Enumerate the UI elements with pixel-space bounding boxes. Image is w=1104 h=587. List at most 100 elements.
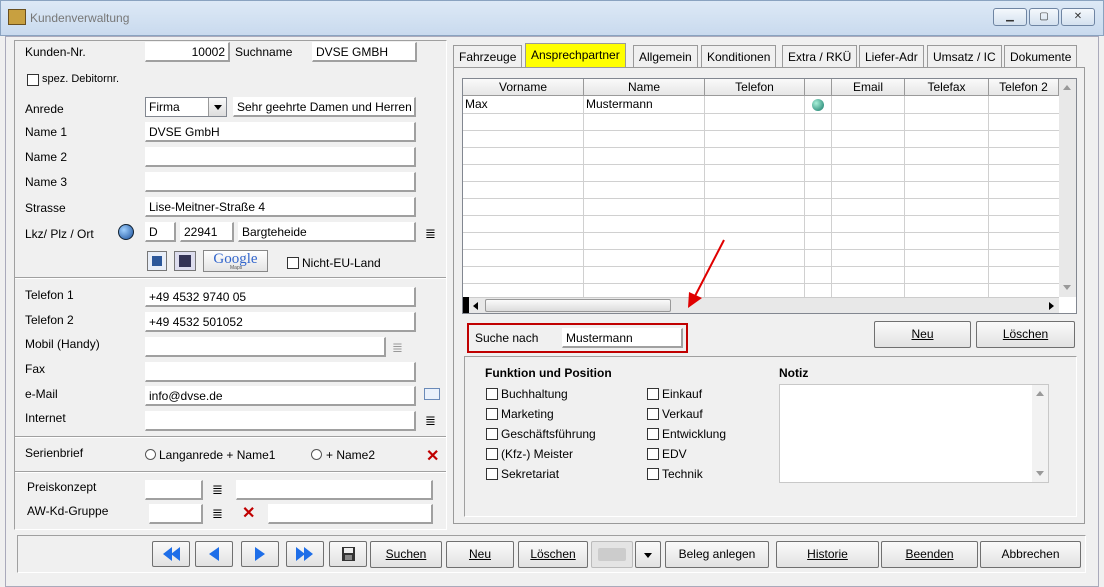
name2-label: Name 2 bbox=[25, 150, 68, 164]
minimize-button[interactable]: ▁ bbox=[993, 8, 1027, 26]
preiskonzept-code-field[interactable] bbox=[145, 480, 203, 500]
checkbox-edv[interactable] bbox=[647, 448, 659, 460]
name2-field[interactable] bbox=[145, 147, 416, 167]
checkbox-marketing[interactable] bbox=[486, 408, 498, 420]
checkbox-entwicklung[interactable] bbox=[647, 428, 659, 440]
delete-icon[interactable]: ✕ bbox=[242, 506, 255, 522]
contact-new-button[interactable]: Neu bbox=[874, 321, 971, 348]
email-field[interactable]: info@dvse.de bbox=[145, 386, 416, 406]
awkd-name-field[interactable] bbox=[268, 504, 433, 524]
grid-header-vorname[interactable]: Vorname bbox=[463, 79, 584, 96]
grid-header-telefon2[interactable]: Telefon 2 bbox=[989, 79, 1059, 96]
plz-field[interactable]: 22941 bbox=[180, 222, 234, 242]
kunden-nr-field[interactable]: 10002 bbox=[145, 42, 230, 62]
scroll-down-icon[interactable] bbox=[1036, 471, 1044, 476]
telefon2-field[interactable]: +49 4532 501052 bbox=[145, 312, 416, 332]
nicht-eu-checkbox[interactable] bbox=[287, 257, 299, 269]
tab-fahrzeuge[interactable]: Fahrzeuge bbox=[453, 45, 523, 67]
notiz-textarea[interactable] bbox=[779, 384, 1049, 483]
previous-record-button[interactable] bbox=[195, 541, 233, 567]
awkd-code-field[interactable] bbox=[149, 504, 203, 524]
ort-field[interactable]: Bargteheide bbox=[238, 222, 416, 242]
next-record-button[interactable] bbox=[241, 541, 279, 567]
close-button[interactable]: ✕ bbox=[1061, 8, 1095, 26]
tab-umsatz-ic[interactable]: Umsatz / IC bbox=[927, 45, 1002, 67]
vertical-scrollbar[interactable] bbox=[1059, 79, 1076, 297]
name3-field[interactable] bbox=[145, 172, 416, 192]
beleg-anlegen-button[interactable]: Beleg anlegen bbox=[665, 541, 769, 568]
notiz-scrollbar[interactable] bbox=[1032, 385, 1048, 482]
grid-header-telefon[interactable]: Telefon bbox=[705, 79, 805, 96]
print-dropdown-button[interactable] bbox=[635, 541, 661, 568]
checkbox-buchhaltung[interactable] bbox=[486, 388, 498, 400]
suchname-field[interactable]: DVSE GMBH bbox=[312, 42, 417, 62]
tab-extra-rku[interactable]: Extra / RKÜ bbox=[782, 45, 858, 67]
list-icon[interactable]: ≣ bbox=[392, 341, 403, 355]
grid-header-icon[interactable] bbox=[805, 79, 832, 96]
print-button[interactable] bbox=[591, 541, 633, 568]
list-icon[interactable]: ≣ bbox=[425, 227, 436, 241]
scroll-down-icon[interactable] bbox=[1063, 285, 1071, 290]
mobil-field[interactable] bbox=[145, 337, 386, 357]
search-input[interactable]: Mustermann bbox=[562, 328, 683, 348]
address-book-icon[interactable] bbox=[174, 251, 196, 271]
name1-field[interactable]: DVSE GmbH bbox=[145, 122, 416, 142]
send-mail-icon[interactable] bbox=[424, 388, 440, 400]
list-icon[interactable]: ≣ bbox=[212, 507, 223, 521]
spez-debitor-checkbox[interactable] bbox=[27, 74, 39, 86]
checkbox-verkauf[interactable] bbox=[647, 408, 659, 420]
telefon1-field[interactable]: +49 4532 9740 05 bbox=[145, 287, 416, 307]
tab-dokumente[interactable]: Dokumente bbox=[1004, 45, 1078, 67]
tab-ansprechpartner[interactable]: Ansprechpartner bbox=[525, 43, 626, 68]
neu-button[interactable]: Neu bbox=[446, 541, 514, 568]
list-icon[interactable]: ≣ bbox=[212, 483, 223, 497]
contact-delete-button[interactable]: Löschen bbox=[976, 321, 1075, 348]
checkbox-meister[interactable] bbox=[486, 448, 498, 460]
list-icon[interactable]: ≣ bbox=[425, 414, 436, 428]
langanrede-radio[interactable] bbox=[145, 449, 156, 460]
tab-konditionen[interactable]: Konditionen bbox=[701, 45, 777, 67]
checkbox-technik[interactable] bbox=[647, 468, 659, 480]
horizontal-scrollbar[interactable] bbox=[469, 297, 1059, 313]
label-marketing: Marketing bbox=[501, 407, 554, 421]
preiskonzept-name-field[interactable] bbox=[236, 480, 433, 500]
lkz-field[interactable]: D bbox=[145, 222, 176, 242]
delete-icon[interactable]: ✕ bbox=[426, 449, 439, 465]
grid-cell-name[interactable]: Mustermann bbox=[584, 96, 705, 113]
beenden-button[interactable]: Beenden bbox=[881, 541, 978, 568]
google-maps-button[interactable]: Google Maps bbox=[203, 250, 268, 272]
tab-allgemein[interactable]: Allgemein bbox=[633, 45, 698, 67]
scroll-right-icon[interactable] bbox=[1049, 302, 1054, 310]
suchen-button[interactable]: Suchen bbox=[370, 541, 442, 568]
last-record-button[interactable] bbox=[286, 541, 324, 567]
historie-button[interactable]: Historie bbox=[776, 541, 879, 568]
maximize-button[interactable]: ▢ bbox=[1029, 8, 1059, 26]
grid-cell-vorname[interactable]: Max bbox=[463, 96, 584, 113]
anrede-dropdown-button[interactable] bbox=[208, 98, 226, 116]
loeschen-button[interactable]: Löschen bbox=[518, 541, 588, 568]
name2-radio[interactable] bbox=[311, 449, 322, 460]
globe-icon[interactable] bbox=[118, 224, 134, 240]
save-button[interactable] bbox=[329, 541, 367, 567]
tab-liefer-adr[interactable]: Liefer-Adr bbox=[859, 45, 924, 67]
fax-field[interactable] bbox=[145, 362, 416, 382]
scroll-thumb[interactable] bbox=[485, 299, 671, 312]
abbrechen-button[interactable]: Abbrechen bbox=[980, 541, 1081, 568]
grid-header-email[interactable]: Email bbox=[832, 79, 905, 96]
contacts-grid[interactable]: Vorname Name Telefon Email Telefax Telef… bbox=[462, 78, 1077, 314]
globe-icon[interactable] bbox=[812, 99, 824, 111]
checkbox-geschaeftsfuehrung[interactable] bbox=[486, 428, 498, 440]
scroll-up-icon[interactable] bbox=[1063, 85, 1071, 90]
scroll-up-icon[interactable] bbox=[1036, 391, 1044, 396]
chevron-down-icon bbox=[644, 553, 652, 558]
checkbox-einkauf[interactable] bbox=[647, 388, 659, 400]
word-icon[interactable] bbox=[147, 251, 167, 271]
checkbox-sekretariat[interactable] bbox=[486, 468, 498, 480]
first-record-button[interactable] bbox=[152, 541, 190, 567]
grid-header-telefax[interactable]: Telefax bbox=[905, 79, 989, 96]
internet-field[interactable] bbox=[145, 411, 416, 431]
briefanrede-field[interactable]: Sehr geehrte Damen und Herren bbox=[233, 97, 416, 117]
scroll-left-icon[interactable] bbox=[473, 302, 478, 310]
grid-header-name[interactable]: Name bbox=[584, 79, 705, 96]
strasse-field[interactable]: Lise-Meitner-Straße 4 bbox=[145, 197, 416, 217]
